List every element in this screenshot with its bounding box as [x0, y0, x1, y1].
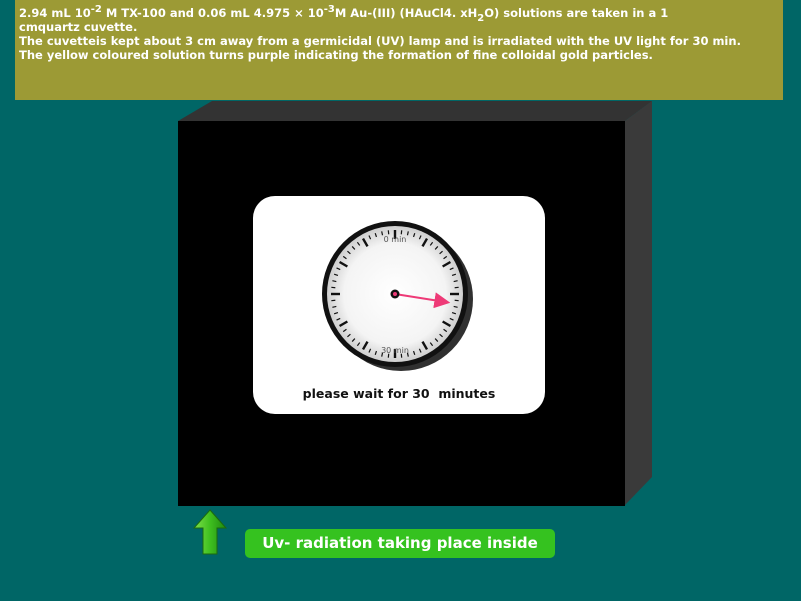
minor-tick	[381, 231, 384, 236]
minor-tick	[453, 305, 458, 308]
minor-tick	[332, 280, 337, 283]
chamber-side-face	[625, 101, 652, 505]
start-label: 0 min	[384, 235, 407, 244]
up-arrow-icon[interactable]	[193, 509, 227, 555]
wait-message: please wait for 30 minutes	[302, 386, 496, 401]
minor-tick	[406, 231, 409, 236]
timer-dial: 0 min 30 min	[322, 221, 473, 371]
minor-tick	[332, 305, 337, 308]
timer-card: 0 min 30 min please wait for 30 minutes	[253, 196, 545, 414]
chamber-top-face	[178, 101, 652, 121]
uv-status-button[interactable]: Uv- radiation taking place inside	[245, 529, 555, 558]
hand-pivot-center	[393, 292, 397, 296]
minor-tick	[453, 280, 458, 283]
end-label: 30 min	[381, 346, 409, 355]
